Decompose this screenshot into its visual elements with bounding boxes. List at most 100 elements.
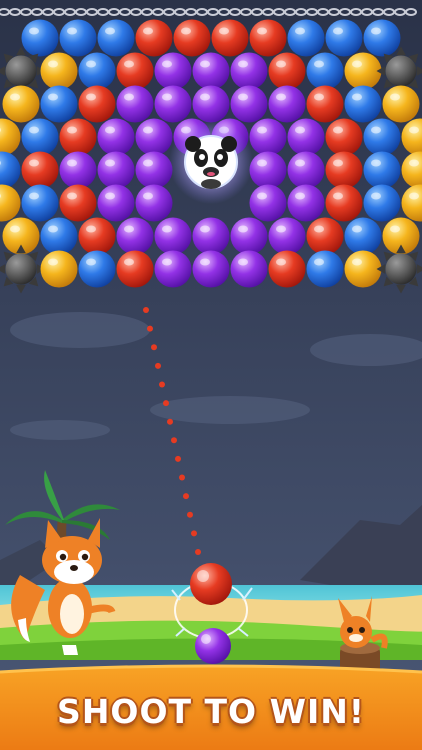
- bubble-highlight: [124, 225, 134, 233]
- blue-bubble[interactable]: [78, 250, 116, 288]
- purple-bubble[interactable]: [154, 250, 192, 288]
- blue-bubble[interactable]: [344, 217, 382, 255]
- purple-bubble[interactable]: [97, 151, 135, 189]
- bubble-highlight: [200, 225, 210, 233]
- blue-bubble[interactable]: [78, 52, 116, 90]
- red-bubble[interactable]: [325, 184, 363, 222]
- blue-bubble[interactable]: [363, 151, 401, 189]
- bubble-highlight: [124, 60, 134, 68]
- panda-boss[interactable]: [169, 120, 253, 204]
- purple-bubble[interactable]: [287, 118, 325, 156]
- purple-bubble[interactable]: [268, 217, 306, 255]
- blue-bubble[interactable]: [363, 19, 401, 57]
- blue-bubble[interactable]: [21, 184, 59, 222]
- bubble-highlight: [67, 159, 77, 167]
- purple-bubble[interactable]: [249, 151, 287, 189]
- red-bubble[interactable]: [306, 85, 344, 123]
- purple-bubble[interactable]: [97, 118, 135, 156]
- bubble-highlight: [295, 192, 305, 200]
- red-bubble[interactable]: [325, 118, 363, 156]
- purple-bubble[interactable]: [230, 217, 268, 255]
- bubble-highlight: [86, 225, 96, 233]
- yellow-bubble[interactable]: [344, 250, 382, 288]
- purple-bubble[interactable]: [116, 217, 154, 255]
- yellow-bubble[interactable]: [40, 52, 78, 90]
- blue-bubble[interactable]: [59, 19, 97, 57]
- purple-bubble[interactable]: [154, 217, 192, 255]
- yellow-bubble[interactable]: [2, 85, 40, 123]
- purple-bubble[interactable]: [230, 250, 268, 288]
- bubble-highlight: [200, 93, 210, 101]
- blue-bubble[interactable]: [363, 184, 401, 222]
- bubble-highlight: [333, 126, 343, 134]
- purple-bubble[interactable]: [192, 250, 230, 288]
- blue-bubble[interactable]: [40, 85, 78, 123]
- red-bubble[interactable]: [173, 19, 211, 57]
- game-scene[interactable]: [0, 0, 422, 750]
- purple-bubble[interactable]: [268, 85, 306, 123]
- bubble-highlight: [219, 27, 229, 35]
- purple-bubble[interactable]: [97, 184, 135, 222]
- bubble-highlight: [352, 225, 362, 233]
- purple-bubble[interactable]: [192, 52, 230, 90]
- blue-bubble[interactable]: [344, 85, 382, 123]
- purple-bubble[interactable]: [154, 85, 192, 123]
- bubble-highlight: [295, 126, 305, 134]
- purple-bubble[interactable]: [135, 184, 173, 222]
- red-bubble[interactable]: [211, 19, 249, 57]
- purple-bubble[interactable]: [230, 52, 268, 90]
- bubble-highlight: [390, 225, 400, 233]
- red-bubble[interactable]: [116, 52, 154, 90]
- red-bubble[interactable]: [268, 52, 306, 90]
- purple-bubble[interactable]: [287, 151, 325, 189]
- purple-bubble[interactable]: [192, 217, 230, 255]
- purple-bubble[interactable]: [135, 151, 173, 189]
- purple-bubble[interactable]: [192, 85, 230, 123]
- purple-bubble[interactable]: [154, 52, 192, 90]
- red-bubble[interactable]: [249, 19, 287, 57]
- bubble-highlight: [105, 126, 115, 134]
- bubble-highlight: [352, 93, 362, 101]
- bubble-highlight: [29, 159, 39, 167]
- purple-bubble[interactable]: [249, 118, 287, 156]
- bubble-highlight: [257, 27, 267, 35]
- current-bubble[interactable]: [190, 563, 232, 605]
- yellow-bubble[interactable]: [344, 52, 382, 90]
- purple-bubble[interactable]: [249, 184, 287, 222]
- red-bubble[interactable]: [21, 151, 59, 189]
- yellow-bubble[interactable]: [40, 250, 78, 288]
- blue-bubble[interactable]: [325, 19, 363, 57]
- red-bubble[interactable]: [78, 85, 116, 123]
- bubble-highlight: [124, 258, 134, 266]
- blue-bubble[interactable]: [306, 250, 344, 288]
- purple-bubble[interactable]: [116, 85, 154, 123]
- red-bubble[interactable]: [306, 217, 344, 255]
- red-bubble[interactable]: [268, 250, 306, 288]
- aim-dot: [179, 474, 185, 481]
- bubble-highlight: [67, 27, 77, 35]
- purple-bubble[interactable]: [230, 85, 268, 123]
- bubble-highlight: [390, 93, 400, 101]
- purple-bubble[interactable]: [59, 151, 97, 189]
- yellow-bubble[interactable]: [382, 85, 420, 123]
- red-bubble[interactable]: [325, 151, 363, 189]
- purple-bubble[interactable]: [287, 184, 325, 222]
- bubble-highlight: [257, 159, 267, 167]
- next-bubble[interactable]: [195, 628, 231, 664]
- bubble-highlight: [48, 60, 58, 68]
- blue-bubble[interactable]: [21, 118, 59, 156]
- blue-bubble[interactable]: [306, 52, 344, 90]
- red-bubble[interactable]: [78, 217, 116, 255]
- blue-bubble[interactable]: [363, 118, 401, 156]
- blue-bubble[interactable]: [97, 19, 135, 57]
- red-bubble[interactable]: [59, 184, 97, 222]
- blue-bubble[interactable]: [21, 19, 59, 57]
- red-bubble[interactable]: [116, 250, 154, 288]
- red-bubble[interactable]: [59, 118, 97, 156]
- bubble-highlight: [86, 258, 96, 266]
- blue-bubble[interactable]: [40, 217, 78, 255]
- blue-bubble[interactable]: [287, 19, 325, 57]
- purple-bubble[interactable]: [135, 118, 173, 156]
- aim-dot: [191, 530, 197, 537]
- red-bubble[interactable]: [135, 19, 173, 57]
